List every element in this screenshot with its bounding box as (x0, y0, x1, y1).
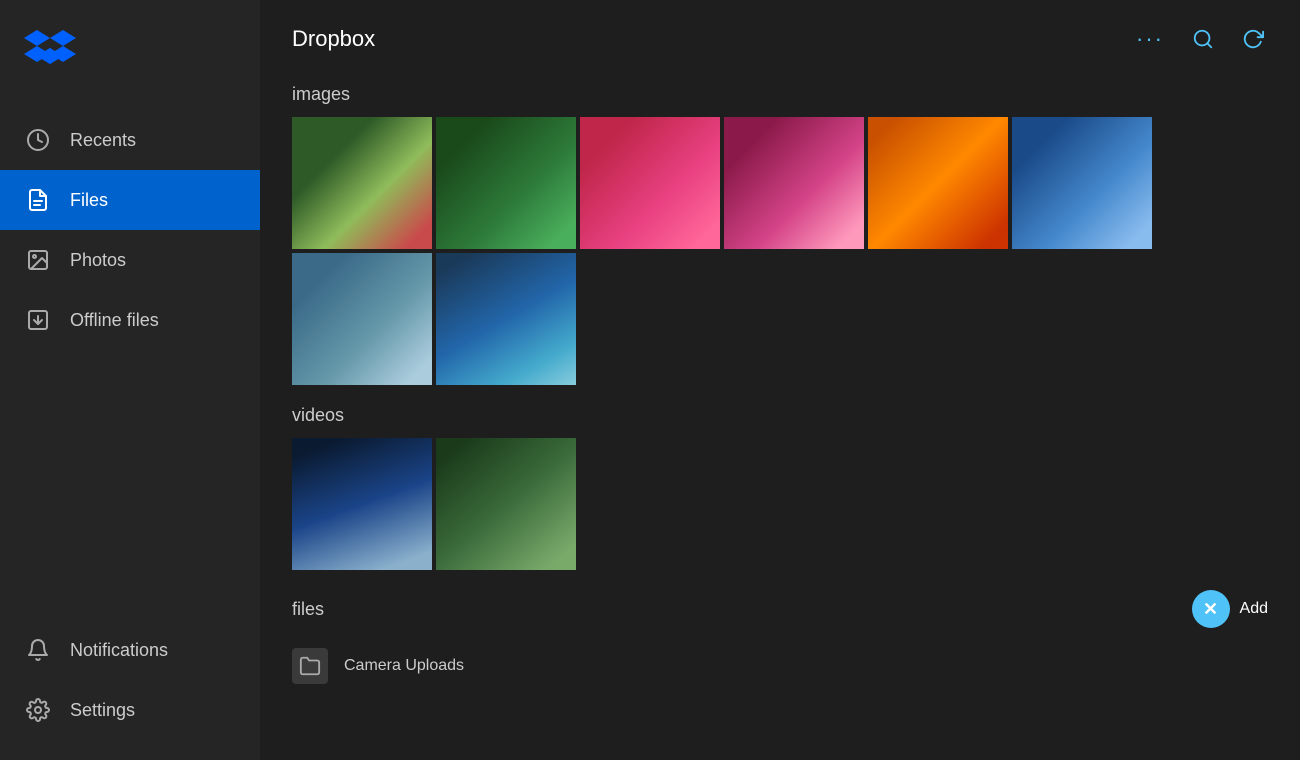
sidebar: Recents Files P (0, 0, 260, 760)
sidebar-item-notifications[interactable]: Notifications (0, 620, 260, 680)
main-sections: images videos files ✕ (260, 66, 1300, 712)
file-item-label: Camera Uploads (344, 657, 464, 675)
sidebar-nav: Recents Files P (0, 100, 260, 620)
add-button[interactable]: ✕ Add (1192, 590, 1268, 628)
image-thumb[interactable] (1012, 117, 1152, 249)
bell-icon (24, 636, 52, 664)
refresh-icon (1242, 28, 1264, 50)
video-thumb[interactable] (292, 438, 432, 570)
more-icon: ··· (1136, 26, 1164, 52)
logo-area (0, 0, 260, 100)
header: Dropbox ··· (260, 0, 1300, 66)
folder-icon (292, 648, 328, 684)
images-grid (292, 117, 1268, 385)
photo-icon (24, 246, 52, 274)
image-thumb[interactable] (436, 117, 576, 249)
main-content: Dropbox ··· images (260, 0, 1300, 760)
videos-grid (292, 438, 1268, 570)
sidebar-item-label-settings: Settings (70, 700, 135, 721)
sidebar-item-label-notifications: Notifications (70, 640, 168, 661)
image-thumb[interactable] (868, 117, 1008, 249)
file-icon (24, 186, 52, 214)
header-actions: ··· (1132, 22, 1268, 56)
image-thumb[interactable] (580, 117, 720, 249)
sidebar-item-label-recents: Recents (70, 130, 136, 151)
file-list-item[interactable]: Camera Uploads (292, 640, 1268, 692)
video-thumb[interactable] (436, 438, 576, 570)
search-icon (1192, 28, 1214, 50)
files-section-title: files (292, 599, 324, 620)
clock-icon (24, 126, 52, 154)
image-thumb[interactable] (292, 253, 432, 385)
sidebar-item-photos[interactable]: Photos (0, 230, 260, 290)
add-button-label: Add (1240, 600, 1268, 618)
sidebar-item-files[interactable]: Files (0, 170, 260, 230)
sidebar-item-label-photos: Photos (70, 250, 126, 271)
sidebar-item-offline[interactable]: Offline files (0, 290, 260, 350)
sidebar-item-recents[interactable]: Recents (0, 110, 260, 170)
sidebar-bottom: Notifications Settings (0, 620, 260, 760)
add-icon: ✕ (1192, 590, 1230, 628)
files-section-header: files ✕ Add (292, 590, 1268, 628)
more-button[interactable]: ··· (1132, 22, 1168, 56)
dropbox-logo-icon (24, 28, 76, 72)
image-thumb[interactable] (436, 253, 576, 385)
videos-section-title: videos (292, 405, 1268, 426)
download-icon (24, 306, 52, 334)
gear-icon (24, 696, 52, 724)
sidebar-item-label-files: Files (70, 190, 108, 211)
refresh-button[interactable] (1238, 24, 1268, 54)
page-title: Dropbox (292, 26, 375, 52)
search-button[interactable] (1188, 24, 1218, 54)
image-thumb[interactable] (292, 117, 432, 249)
sidebar-item-label-offline: Offline files (70, 310, 159, 331)
sidebar-item-settings[interactable]: Settings (0, 680, 260, 740)
image-thumb[interactable] (724, 117, 864, 249)
images-section-title: images (292, 84, 1268, 105)
